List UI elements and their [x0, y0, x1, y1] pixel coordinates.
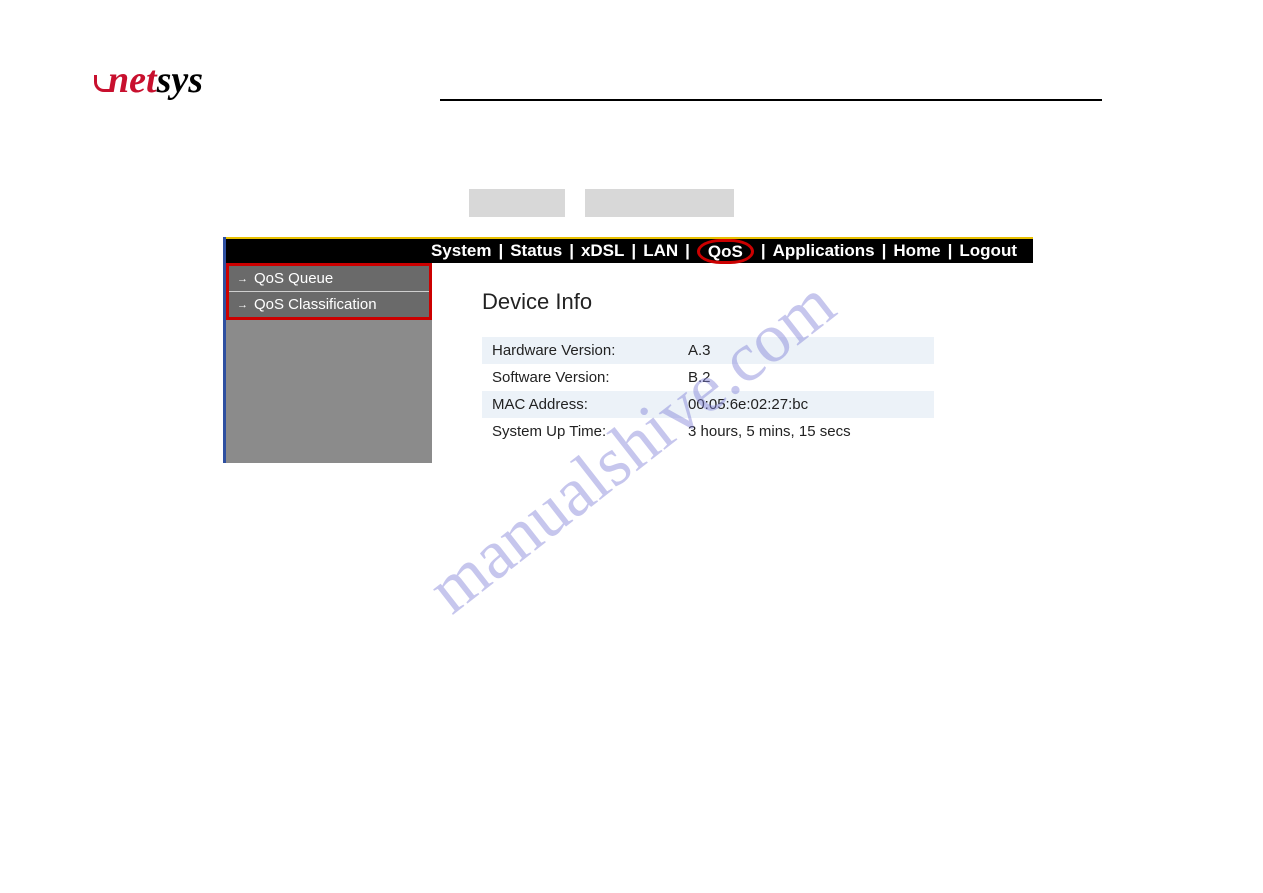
nav-applications[interactable]: Applications — [773, 241, 875, 261]
nav-sep: | — [875, 241, 894, 261]
redacted-box — [585, 189, 734, 217]
nav-sep: | — [754, 241, 773, 261]
sidebar-item-qos-queue[interactable]: → QoS Queue — [229, 266, 429, 292]
nav-xdsl[interactable]: xDSL — [581, 241, 624, 261]
table-row: System Up Time: 3 hours, 5 mins, 15 secs — [482, 418, 934, 445]
info-value: A.3 — [688, 342, 924, 359]
arrow-right-icon: → — [237, 299, 248, 311]
sidebar-highlight-box: → QoS Queue → QoS Classification — [226, 263, 432, 320]
logo-net: net — [108, 59, 157, 101]
nav-sep: | — [491, 241, 510, 261]
nav-system[interactable]: System — [431, 241, 491, 261]
nav-lan[interactable]: LAN — [643, 241, 678, 261]
content-panel: Device Info Hardware Version: A.3 Softwa… — [432, 263, 1033, 445]
page-title: Device Info — [482, 289, 1033, 315]
sidebar: → QoS Queue → QoS Classification — [226, 263, 432, 463]
brand-logo: netsys — [108, 58, 203, 102]
nav-status[interactable]: Status — [510, 241, 562, 261]
info-value: 00:05:6e:02:27:bc — [688, 396, 924, 413]
nav-sep: | — [562, 241, 581, 261]
info-value: B.2 — [688, 369, 924, 386]
nav-sep: | — [941, 241, 960, 261]
header-divider — [440, 99, 1102, 101]
info-value: 3 hours, 5 mins, 15 secs — [688, 423, 924, 440]
info-label: MAC Address: — [492, 396, 688, 413]
sidebar-item-label: QoS Classification — [254, 296, 377, 313]
top-nav-bar: System | Status | xDSL | LAN | QoS | App… — [226, 237, 1033, 263]
table-row: Software Version: B.2 — [482, 364, 934, 391]
nav-logout[interactable]: Logout — [959, 241, 1017, 261]
sidebar-item-qos-classification[interactable]: → QoS Classification — [229, 292, 429, 317]
table-row: MAC Address: 00:05:6e:02:27:bc — [482, 391, 934, 418]
info-label: Software Version: — [492, 369, 688, 386]
table-row: Hardware Version: A.3 — [482, 337, 934, 364]
router-ui-screenshot: System | Status | xDSL | LAN | QoS | App… — [223, 237, 1033, 463]
arrow-right-icon: → — [237, 273, 248, 285]
nav-home[interactable]: Home — [893, 241, 940, 261]
redacted-box — [469, 189, 565, 217]
nav-sep: | — [624, 241, 643, 261]
nav-sep: | — [678, 241, 697, 261]
sidebar-item-label: QoS Queue — [254, 270, 333, 287]
info-label: System Up Time: — [492, 423, 688, 440]
body-row: → QoS Queue → QoS Classification Device … — [226, 263, 1033, 463]
info-label: Hardware Version: — [492, 342, 688, 359]
logo-sys: sys — [157, 59, 203, 101]
nav-qos[interactable]: QoS — [697, 239, 754, 264]
